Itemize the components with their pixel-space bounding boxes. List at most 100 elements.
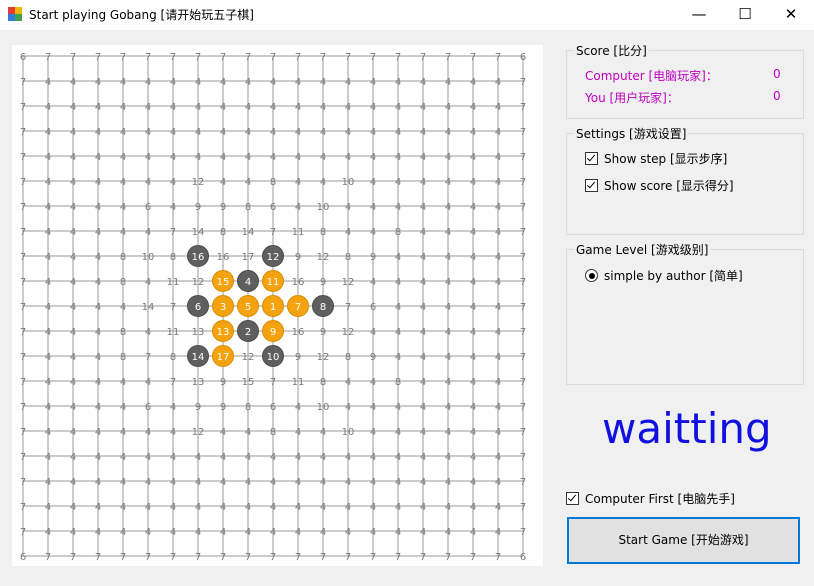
cell-score: 4 [145,277,151,288]
cell-score: 4 [170,202,176,213]
cell-score: 4 [395,402,401,413]
stone-step-label: 9 [270,327,276,338]
cell-score: 4 [45,427,51,438]
cell-score: 7 [195,52,201,63]
cell-score: 4 [45,202,51,213]
cell-score: 7 [20,502,26,513]
cell-score: 4 [95,377,101,388]
stone-step-label: 14 [192,352,205,363]
cell-score: 9 [370,252,376,263]
cell-score: 7 [170,302,176,313]
cell-score: 4 [395,502,401,513]
cell-score: 4 [170,427,176,438]
show-score-label: Show score [显示得分] [604,179,734,193]
cell-score: 7 [420,552,426,563]
cell-score: 4 [395,177,401,188]
cell-score: 4 [120,427,126,438]
cell-score: 7 [20,277,26,288]
cell-score: 9 [220,377,226,388]
cell-score: 7 [345,302,351,313]
cell-score: 7 [45,52,51,63]
cell-score: 9 [295,252,301,263]
cell-score: 4 [145,127,151,138]
cell-score: 7 [95,552,101,563]
cell-score: 4 [70,477,76,488]
cell-score: 4 [420,327,426,338]
cell-score: 4 [270,452,276,463]
cell-score: 7 [520,102,526,113]
cell-score: 7 [20,177,26,188]
cell-score: 7 [370,552,376,563]
cell-score: 4 [120,477,126,488]
cell-score: 4 [295,152,301,163]
cell-score: 4 [170,177,176,188]
show-score-checkbox[interactable]: Show score [显示得分] [585,177,734,194]
cell-score: 8 [120,277,126,288]
cell-score: 4 [45,477,51,488]
cell-score: 4 [445,527,451,538]
cell-score: 4 [120,227,126,238]
cell-score: 7 [520,452,526,463]
cell-score: 7 [520,152,526,163]
cell-score: 4 [445,152,451,163]
cell-score: 4 [370,202,376,213]
app-icon [8,7,22,21]
cell-score: 4 [395,527,401,538]
level-simple-radio[interactable]: simple by author [简单] [585,267,743,284]
cell-score: 4 [170,452,176,463]
radio-selected-icon[interactable] [585,269,598,282]
cell-score: 4 [495,102,501,113]
cell-score: 7 [170,377,176,388]
board-canvas[interactable]: 6 7 7 7 7 7 7 7 7 7 7 7 7 7 7 7 7 7 7 7 6 7 4 4 4 4 4 4 4 4 4 4 4 4 4 4 4 4 4 4… [12,45,543,566]
cell-score: 4 [445,102,451,113]
cell-score: 4 [495,452,501,463]
cell-score: 11 [292,227,305,238]
cell-score: 7 [220,52,226,63]
cell-score: 7 [270,377,276,388]
stone-step-label: 13 [217,327,230,338]
cell-score: 8 [245,202,251,213]
cell-score: 7 [520,427,526,438]
cell-score: 4 [120,202,126,213]
checkbox-check-icon[interactable] [566,492,579,505]
user-score-label: You [用户玩家]： [585,91,679,105]
cell-score: 8 [320,377,326,388]
cell-score: 4 [445,427,451,438]
stone-step-label: 7 [295,302,301,313]
cell-score: 4 [220,477,226,488]
start-game-button[interactable]: Start Game [开始游戏] [567,517,800,564]
cell-score: 4 [395,427,401,438]
cell-score: 4 [495,127,501,138]
cell-score: 12 [342,277,355,288]
cell-score: 4 [270,152,276,163]
cell-score: 4 [270,102,276,113]
checkbox-check-icon[interactable] [585,179,598,192]
cell-score: 4 [170,152,176,163]
stone-step-label: 6 [195,302,201,313]
cell-score: 7 [245,52,251,63]
cell-score: 7 [270,52,276,63]
gobang-board[interactable]: 6 7 7 7 7 7 7 7 7 7 7 7 7 7 7 7 7 7 7 7 6 7 4 4 4 4 4 4 4 4 4 4 4 4 4 4 4 4 4 4… [12,45,543,566]
close-button[interactable]: ✕ [768,0,814,30]
cell-score: 4 [295,102,301,113]
cell-score: 13 [192,327,205,338]
cell-score: 12 [342,327,355,338]
cell-score: 4 [70,452,76,463]
minimize-button[interactable]: — [676,0,722,30]
cell-score: 4 [420,202,426,213]
cell-score: 4 [45,152,51,163]
cell-score: 4 [195,452,201,463]
cell-score: 4 [45,327,51,338]
cell-score: 4 [445,377,451,388]
cell-score: 4 [470,402,476,413]
checkbox-check-icon[interactable] [585,152,598,165]
cell-score: 4 [45,352,51,363]
maximize-button[interactable]: ☐ [722,0,768,30]
computer-first-checkbox[interactable]: Computer First [电脑先手] [566,490,735,507]
cell-score: 4 [395,127,401,138]
cell-score: 4 [445,327,451,338]
show-step-checkbox[interactable]: Show step [显示步序] [585,150,727,167]
cell-score: 7 [20,77,26,88]
cell-score: 4 [195,127,201,138]
cell-score: 11 [167,327,180,338]
